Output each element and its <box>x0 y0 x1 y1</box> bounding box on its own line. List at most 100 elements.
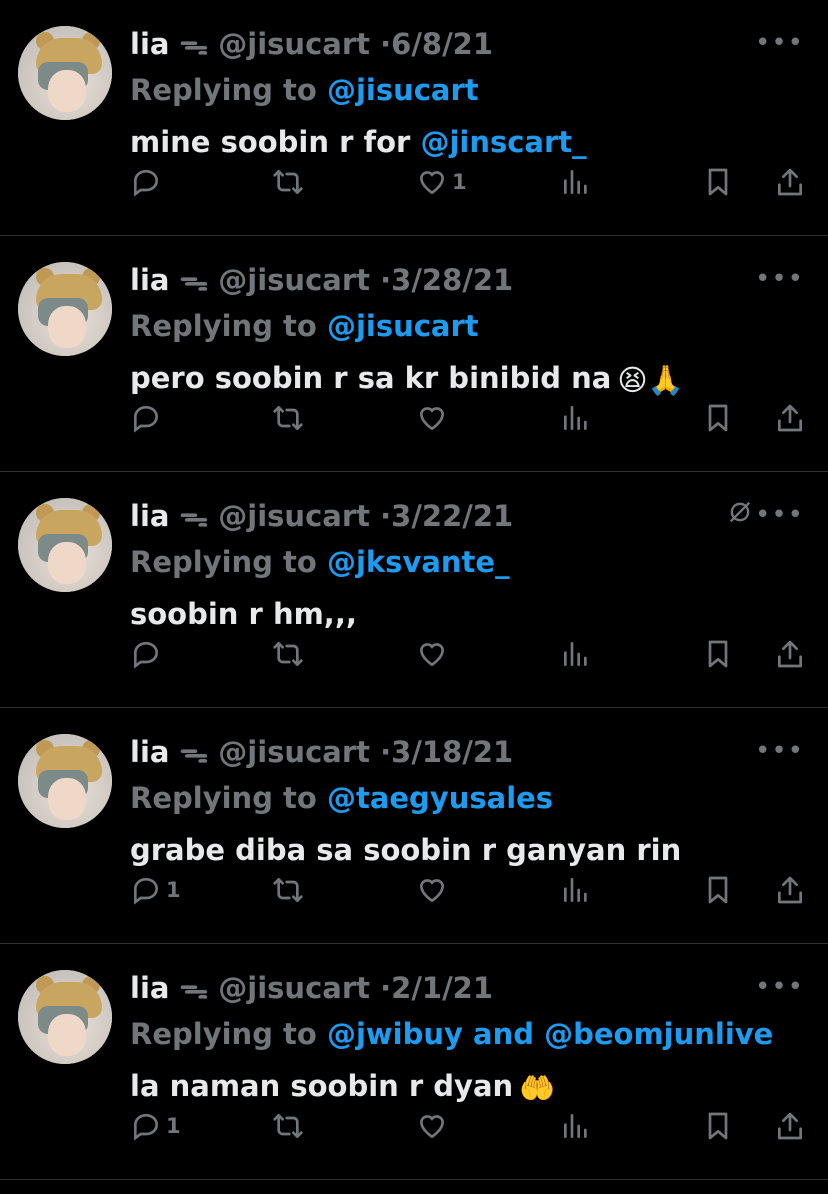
reply-button[interactable] <box>130 634 166 674</box>
tweet-date[interactable]: 3/22/21 <box>391 499 513 533</box>
text-mention[interactable]: @jinscart_ <box>420 125 586 159</box>
user-handle[interactable]: @jisucart <box>218 971 370 1005</box>
bookmark-button[interactable] <box>702 398 734 438</box>
share-button[interactable] <box>774 870 806 910</box>
tweet-date[interactable]: 3/18/21 <box>391 735 513 769</box>
avatar[interactable] <box>18 26 112 120</box>
display-name[interactable]: lia <box>130 27 169 61</box>
reply-count: 1 <box>166 1114 181 1138</box>
replying-to-label: Replying to <box>130 1017 317 1051</box>
reply-button[interactable] <box>130 398 166 438</box>
like-button[interactable] <box>416 398 452 438</box>
retweet-button[interactable] <box>272 870 304 910</box>
replying-to-label: Replying to <box>130 781 317 815</box>
views-button[interactable] <box>560 1106 592 1146</box>
emoji: 😫🙏 <box>617 363 684 397</box>
display-name[interactable]: lia <box>130 499 169 533</box>
replying-to-label: Replying to <box>130 73 317 107</box>
share-button[interactable] <box>774 634 806 674</box>
user-handle[interactable]: @jisucart <box>218 27 370 61</box>
replying-to: Replying to @taegyusales <box>130 778 553 818</box>
reply-mention[interactable]: @jksvante_ <box>327 545 510 579</box>
retweet-button[interactable] <box>272 162 304 202</box>
tweet[interactable]: lia ᯓ @jisucart ·2/1/21 ••• Replying to … <box>0 944 828 1180</box>
action-bar: 1 <box>130 870 810 910</box>
views-icon <box>564 878 587 902</box>
user-handle[interactable]: @jisucart <box>218 499 370 533</box>
name-glyph: ᯓ <box>179 735 209 769</box>
reply-button[interactable]: 1 <box>130 1106 181 1146</box>
views-button[interactable] <box>560 870 592 910</box>
reply-mention[interactable]: @jisucart <box>327 309 479 343</box>
bookmark-button[interactable] <box>702 870 734 910</box>
display-name[interactable]: lia <box>130 971 169 1005</box>
avatar[interactable] <box>18 498 112 592</box>
reply-icon <box>134 1113 159 1141</box>
replying-to: Replying to @jisucart <box>130 306 479 346</box>
retweet-button[interactable] <box>272 398 304 438</box>
action-bar: 1 <box>130 1106 810 1146</box>
views-button[interactable] <box>560 162 592 202</box>
tweet[interactable]: lia ᯓ @jisucart ·3/28/21 ••• Replying to… <box>0 236 828 472</box>
bookmark-button[interactable] <box>702 634 734 674</box>
avatar[interactable] <box>18 970 112 1064</box>
reply-mention[interactable]: @taegyusales <box>327 781 553 815</box>
tweet-text-content: mine soobin r for <box>130 125 421 159</box>
retweet-button[interactable] <box>272 1106 304 1146</box>
display-name[interactable]: lia <box>130 735 169 769</box>
retweet-icon <box>273 170 303 194</box>
retweet-button[interactable] <box>272 634 304 674</box>
reply-button[interactable] <box>130 162 166 202</box>
like-count: 1 <box>452 170 467 194</box>
tweet[interactable]: lia ᯓ @jisucart ·3/22/21 ••• Replying to… <box>0 472 828 708</box>
retweet-icon <box>273 878 303 902</box>
views-icon <box>564 642 587 666</box>
separator-dot: · <box>380 263 392 297</box>
like-button[interactable] <box>416 1106 452 1146</box>
tweet-text-content: pero soobin r sa kr binibid na <box>130 361 612 395</box>
tweet-text-content: soobin r hm,,, <box>130 597 357 631</box>
tweet[interactable]: lia ᯓ @jisucart ·3/18/21 ••• Replying to… <box>0 708 828 944</box>
bookmark-icon <box>708 640 728 668</box>
reply-button[interactable]: 1 <box>130 870 181 910</box>
share-icon <box>778 640 802 668</box>
retweet-icon <box>273 642 303 666</box>
separator-dot: · <box>380 27 392 61</box>
bookmark-icon <box>708 876 728 904</box>
tweet-date[interactable]: 2/1/21 <box>391 971 493 1005</box>
like-button[interactable]: 1 <box>416 162 467 202</box>
bookmark-button[interactable] <box>702 162 734 202</box>
bookmark-button[interactable] <box>702 1106 734 1146</box>
share-button[interactable] <box>774 162 806 202</box>
tweet-date[interactable]: 6/8/21 <box>391 27 493 61</box>
bookmark-icon <box>708 168 728 196</box>
name-glyph: ᯓ <box>179 499 209 533</box>
more-icon[interactable]: ••• <box>755 264 804 294</box>
user-handle[interactable]: @jisucart <box>218 263 370 297</box>
reply-mention[interactable]: @jwibuy and @beomjunlive <box>327 1017 773 1051</box>
user-handle[interactable]: @jisucart <box>218 735 370 769</box>
views-button[interactable] <box>560 634 592 674</box>
share-button[interactable] <box>774 1106 806 1146</box>
more-icon[interactable]: ••• <box>755 736 804 766</box>
avatar[interactable] <box>18 262 112 356</box>
like-button[interactable] <box>416 870 452 910</box>
share-button[interactable] <box>774 398 806 438</box>
tweet-date[interactable]: 3/28/21 <box>391 263 513 297</box>
views-button[interactable] <box>560 398 592 438</box>
heart-icon <box>419 407 445 431</box>
tweet-text: mine soobin r for @jinscart_ <box>130 122 593 162</box>
more-icon[interactable]: ••• <box>755 28 804 58</box>
heart-icon <box>419 879 445 903</box>
reply-mention[interactable]: @jisucart <box>327 73 479 107</box>
more-icon[interactable]: ••• <box>755 500 804 530</box>
tweet[interactable]: lia ᯓ @jisucart ·6/8/21 ••• Replying to … <box>0 0 828 236</box>
display-name[interactable]: lia <box>130 263 169 297</box>
tweet-text: grabe diba sa soobin r ganyan rin <box>130 830 687 870</box>
views-icon <box>564 1114 587 1138</box>
action-bar <box>130 634 810 674</box>
avatar[interactable] <box>18 734 112 828</box>
more-icon[interactable]: ••• <box>755 972 804 1002</box>
like-button[interactable] <box>416 634 452 674</box>
tweet-text: soobin r hm,,, <box>130 594 363 634</box>
